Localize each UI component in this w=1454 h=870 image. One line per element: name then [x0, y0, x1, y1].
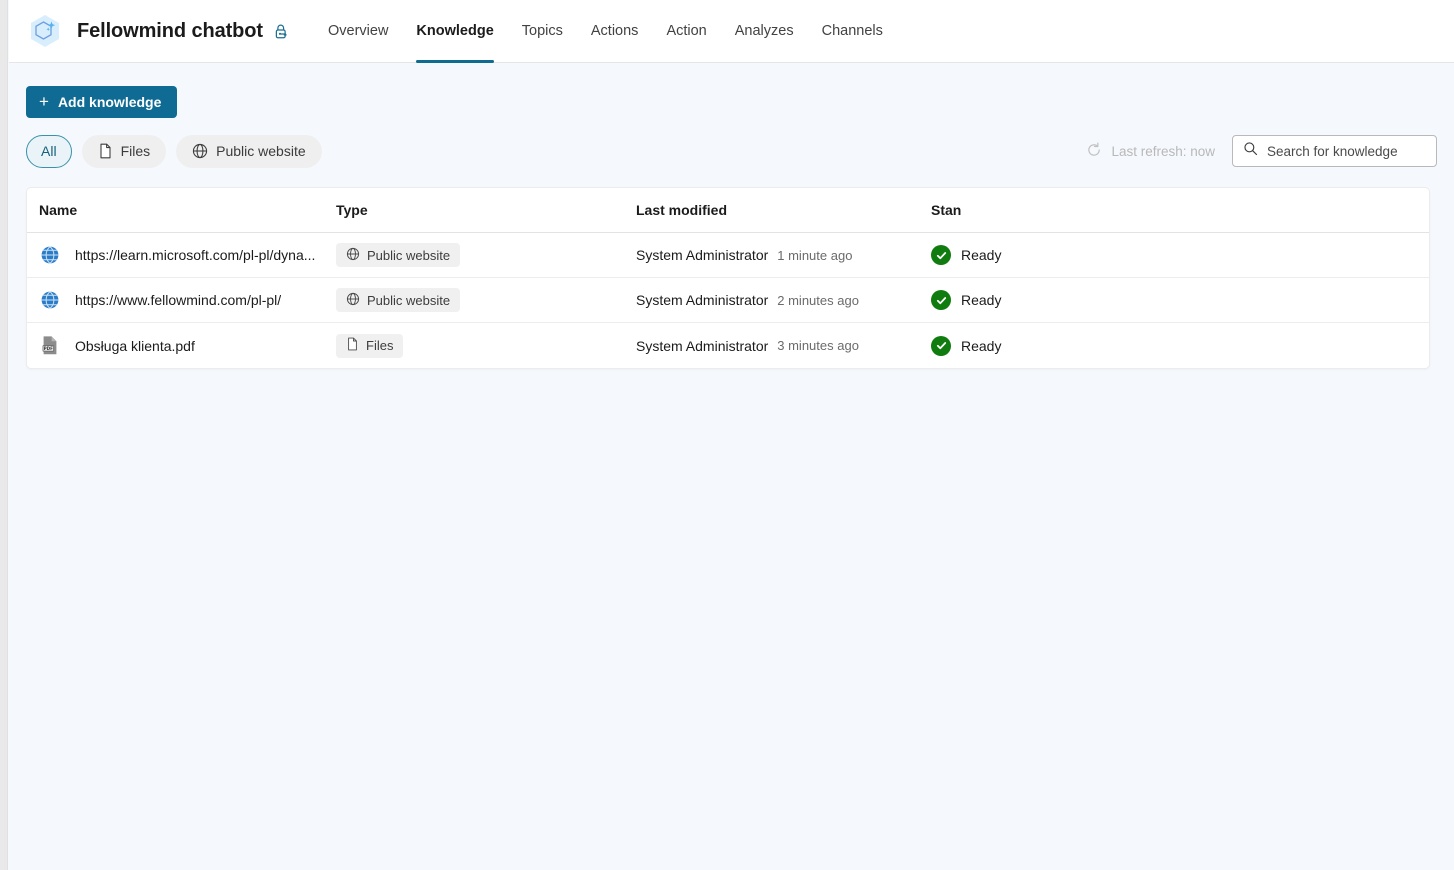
add-knowledge-label: Add knowledge — [57, 94, 162, 110]
globe-icon — [346, 247, 360, 264]
nav-tab-action[interactable]: Action — [652, 0, 720, 63]
nav-tab-overview[interactable]: Overview — [314, 0, 402, 63]
search-input[interactable] — [1267, 143, 1426, 159]
table-header-row: Name Type Last modified Stan — [27, 188, 1429, 233]
type-badge-label: Public website — [367, 247, 451, 263]
modified-when: 3 minutes ago — [777, 338, 859, 353]
nav-tab-topics[interactable]: Topics — [508, 0, 577, 63]
checkmark-circle-icon — [931, 245, 951, 265]
row-name: https://www.fellowmind.com/pl-pl/ — [75, 292, 282, 308]
type-badge: Public website — [336, 243, 461, 267]
globe-icon — [192, 143, 208, 159]
column-header-last-modified: Last modified — [636, 202, 728, 218]
main-nav: Overview Knowledge Topics Actions Action… — [314, 0, 897, 63]
document-icon — [98, 143, 113, 159]
table-row[interactable]: https://learn.microsoft.com/pl-pl/dyna..… — [27, 233, 1429, 278]
modified-by: System Administrator — [636, 292, 769, 308]
table-row[interactable]: https://www.fellowmind.com/pl-pl/ Public… — [27, 278, 1429, 323]
pdf-file-icon: PDF — [39, 335, 61, 357]
knowledge-table: Name Type Last modified Stan https://lea… — [26, 187, 1430, 369]
search-box[interactable] — [1232, 135, 1437, 167]
lock-key-icon[interactable] — [272, 21, 292, 41]
table-row[interactable]: PDF Obsługa klienta.pdf Files System Adm… — [27, 323, 1429, 368]
status-badge: Ready — [961, 292, 1002, 308]
globe-icon — [39, 244, 61, 266]
nav-tab-channels[interactable]: Channels — [808, 0, 897, 63]
column-header-type: Type — [336, 202, 368, 218]
filter-pill-label: Public website — [216, 143, 306, 159]
content-area: + Add knowledge All Files Public website… — [9, 63, 1454, 369]
document-icon — [346, 337, 359, 354]
nav-tab-actions[interactable]: Actions — [577, 0, 653, 63]
column-header-stan: Stan — [931, 202, 962, 218]
nav-tab-label: Analyzes — [734, 23, 794, 39]
type-badge-label: Public website — [367, 292, 451, 308]
modified-by: System Administrator — [636, 247, 769, 263]
status-badge: Ready — [961, 247, 1002, 263]
filter-pill-public-website[interactable]: Public website — [176, 134, 322, 168]
nav-tab-label: Actions — [590, 23, 639, 39]
modified-when: 2 minutes ago — [777, 292, 859, 308]
page-title: Fellowmind chatbot — [77, 19, 263, 42]
filter-toolbar: All Files Public website Last refresh: n… — [26, 134, 1437, 168]
checkmark-circle-icon — [931, 335, 951, 356]
search-icon — [1243, 141, 1258, 161]
filter-pill-all[interactable]: All — [26, 134, 72, 168]
modified-by: System Administrator — [636, 337, 769, 354]
nav-tab-label: Topics — [521, 23, 563, 39]
status-badge: Ready — [961, 337, 1002, 354]
nav-tab-knowledge[interactable]: Knowledge — [402, 0, 507, 63]
modified-when: 1 minute ago — [777, 247, 853, 263]
last-refresh-label: Last refresh: now — [1111, 143, 1215, 159]
sparkle-hexagon-icon — [26, 12, 64, 50]
type-badge: Files — [336, 333, 404, 358]
filter-pill-label: Files — [120, 143, 151, 159]
globe-icon — [346, 292, 360, 309]
filter-pill-label: All — [41, 143, 57, 159]
add-knowledge-button[interactable]: + Add knowledge — [26, 86, 178, 118]
nav-tab-label: Action — [666, 23, 707, 39]
filter-pill-files[interactable]: Files — [81, 134, 167, 168]
row-name: https://learn.microsoft.com/pl-pl/dyna..… — [75, 247, 316, 263]
nav-tab-analyzes[interactable]: Analyzes — [721, 0, 808, 63]
checkmark-circle-icon — [931, 290, 951, 310]
last-refresh-status: Last refresh: now — [1086, 142, 1215, 161]
nav-tab-label: Knowledge — [416, 23, 494, 39]
nav-tab-label: Overview — [327, 23, 389, 39]
type-badge-label: Files — [366, 338, 394, 353]
row-name: Obsługa klienta.pdf — [75, 337, 195, 354]
page-container: Fellowmind chatbot Overview Knowledge To — [9, 0, 1454, 870]
app-root: Fellowmind chatbot Overview Knowledge To — [0, 0, 1454, 870]
svg-text:PDF: PDF — [44, 346, 54, 351]
nav-tab-label: Channels — [821, 23, 883, 39]
globe-icon — [39, 289, 61, 311]
column-header-name: Name — [39, 202, 78, 218]
refresh-icon[interactable] — [1086, 142, 1102, 161]
plus-icon: + — [39, 91, 49, 111]
app-header: Fellowmind chatbot Overview Knowledge To — [9, 0, 1454, 63]
left-edge-strip — [0, 0, 8, 870]
type-badge: Public website — [336, 288, 461, 312]
